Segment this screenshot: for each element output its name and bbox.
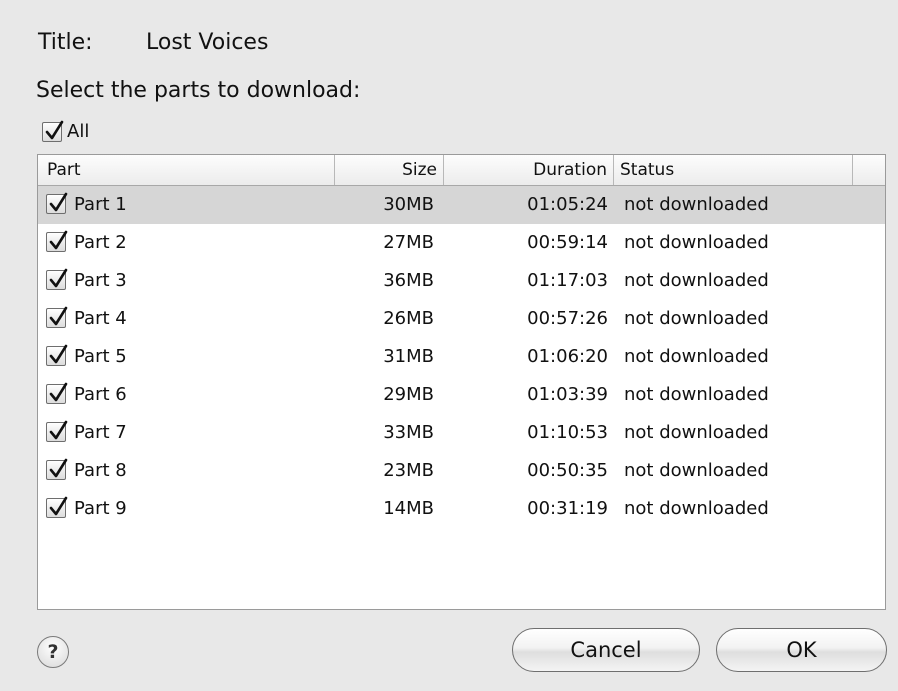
status-cell: not downloaded [624, 384, 769, 405]
table-row[interactable]: Part 6 29MB 01:03:39 not downloaded [38, 376, 885, 414]
part-label: Part 3 [74, 270, 127, 291]
duration-cell: 00:59:14 [527, 232, 608, 253]
part-checkbox[interactable] [46, 306, 68, 328]
table-row[interactable]: Part 9 14MB 00:31:19 not downloaded [38, 490, 885, 528]
checkmark-icon [49, 306, 68, 326]
checkmark-icon [49, 420, 68, 440]
checkmark-icon [49, 382, 68, 402]
part-cell: Part 1 [46, 186, 127, 224]
part-label: Part 2 [74, 232, 127, 253]
status-cell: not downloaded [624, 422, 769, 443]
status-cell: not downloaded [624, 232, 769, 253]
part-cell: Part 6 [46, 376, 127, 414]
part-checkbox[interactable] [46, 192, 68, 214]
table-row[interactable]: Part 8 23MB 00:50:35 not downloaded [38, 452, 885, 490]
select-all-label: All [67, 121, 90, 142]
column-header-spacer [853, 155, 886, 185]
size-cell: 29MB [383, 384, 434, 405]
checkmark-icon [49, 496, 68, 516]
size-cell: 23MB [383, 460, 434, 481]
duration-cell: 00:57:26 [527, 308, 608, 329]
ok-button[interactable]: OK [716, 628, 887, 672]
part-label: Part 7 [74, 422, 127, 443]
size-cell: 14MB [383, 498, 434, 519]
duration-cell: 01:03:39 [527, 384, 608, 405]
duration-cell: 01:05:24 [527, 194, 608, 215]
table-row[interactable]: Part 7 33MB 01:10:53 not downloaded [38, 414, 885, 452]
size-cell: 27MB [383, 232, 434, 253]
select-all-checkbox[interactable] [42, 120, 64, 142]
part-label: Part 5 [74, 346, 127, 367]
duration-cell: 00:31:19 [527, 498, 608, 519]
download-dialog: Title: Lost Voices Select the parts to do… [0, 0, 898, 691]
title-row: Title: Lost Voices [38, 26, 268, 60]
table-row[interactable]: Part 3 36MB 01:17:03 not downloaded [38, 262, 885, 300]
part-cell: Part 4 [46, 300, 127, 338]
checkmark-icon [49, 458, 68, 478]
part-checkbox[interactable] [46, 268, 68, 290]
parts-table: Part Size Duration Status Part 1 30MB 01:0… [37, 154, 886, 610]
cancel-button[interactable]: Cancel [512, 628, 700, 672]
size-cell: 26MB [383, 308, 434, 329]
status-cell: not downloaded [624, 498, 769, 519]
checkmark-icon [49, 192, 68, 212]
status-cell: not downloaded [624, 346, 769, 367]
duration-cell: 01:17:03 [527, 270, 608, 291]
status-cell: not downloaded [624, 194, 769, 215]
column-header-status[interactable]: Status [614, 155, 853, 185]
table-header: Part Size Duration Status [38, 155, 885, 186]
status-cell: not downloaded [624, 270, 769, 291]
column-header-size[interactable]: Size [335, 155, 444, 185]
column-header-duration[interactable]: Duration [444, 155, 614, 185]
duration-cell: 00:50:35 [527, 460, 608, 481]
checkmark-icon [45, 120, 64, 140]
duration-cell: 01:06:20 [527, 346, 608, 367]
part-cell: Part 5 [46, 338, 127, 376]
table-body: Part 1 30MB 01:05:24 not downloaded Part 2 27… [38, 186, 885, 528]
table-row[interactable]: Part 4 26MB 00:57:26 not downloaded [38, 300, 885, 338]
part-checkbox[interactable] [46, 496, 68, 518]
table-row[interactable]: Part 2 27MB 00:59:14 not downloaded [38, 224, 885, 262]
size-cell: 31MB [383, 346, 434, 367]
part-label: Part 8 [74, 460, 127, 481]
column-header-part[interactable]: Part [38, 155, 335, 185]
part-cell: Part 7 [46, 414, 127, 452]
part-checkbox[interactable] [46, 420, 68, 442]
part-label: Part 1 [74, 194, 127, 215]
part-checkbox[interactable] [46, 230, 68, 252]
part-checkbox[interactable] [46, 382, 68, 404]
help-button[interactable]: ? [37, 636, 69, 668]
size-cell: 36MB [383, 270, 434, 291]
checkmark-icon [49, 268, 68, 288]
part-label: Part 6 [74, 384, 127, 405]
part-cell: Part 2 [46, 224, 127, 262]
part-checkbox[interactable] [46, 458, 68, 480]
size-cell: 33MB [383, 422, 434, 443]
size-cell: 30MB [383, 194, 434, 215]
part-label: Part 4 [74, 308, 127, 329]
duration-cell: 01:10:53 [527, 422, 608, 443]
part-cell: Part 9 [46, 490, 127, 528]
table-row[interactable]: Part 1 30MB 01:05:24 not downloaded [38, 186, 885, 224]
table-row[interactable]: Part 5 31MB 01:06:20 not downloaded [38, 338, 885, 376]
select-all-row[interactable]: All [42, 119, 89, 145]
part-label: Part 9 [74, 498, 127, 519]
title-label: Title: [38, 30, 93, 55]
part-cell: Part 8 [46, 452, 127, 490]
part-checkbox[interactable] [46, 344, 68, 366]
status-cell: not downloaded [624, 460, 769, 481]
checkmark-icon [49, 344, 68, 364]
part-cell: Part 3 [46, 262, 127, 300]
checkmark-icon [49, 230, 68, 250]
status-cell: not downloaded [624, 308, 769, 329]
instruction-text: Select the parts to download: [36, 78, 361, 103]
title-value: Lost Voices [146, 30, 269, 55]
